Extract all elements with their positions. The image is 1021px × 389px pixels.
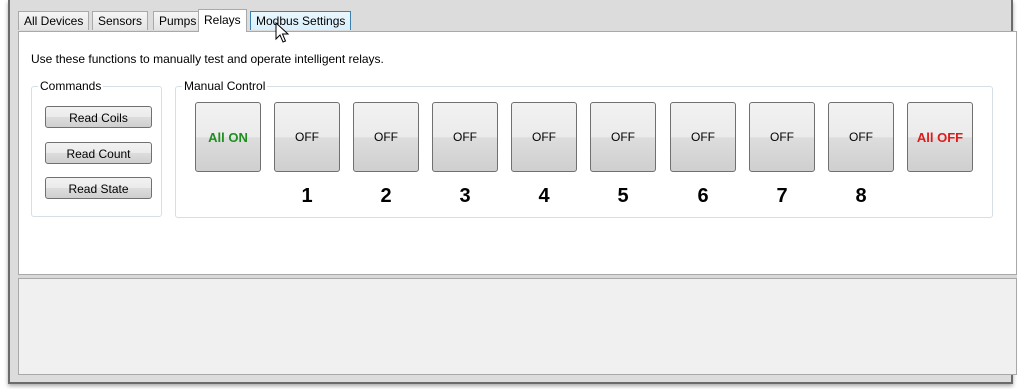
relay-3-number: 3 (459, 185, 471, 207)
all-off-button[interactable]: All OFF (907, 102, 973, 172)
tab-pumps[interactable]: Pumps (153, 11, 203, 30)
relay-5-button[interactable]: OFF (590, 102, 656, 172)
commands-group: Commands Read Coils Read Count Read Stat… (31, 79, 162, 217)
relay-7-button[interactable]: OFF (749, 102, 815, 172)
relay-3-button[interactable]: OFF (432, 102, 498, 172)
lower-panel (18, 278, 1017, 375)
relay-7-number: 7 (776, 185, 788, 207)
tab-modbus-settings[interactable]: Modbus Settings (250, 11, 352, 30)
relays-tab-page: Use these functions to manually test and… (18, 31, 1017, 275)
relay-1-number: 1 (301, 185, 313, 207)
relay-1-button[interactable]: OFF (274, 102, 340, 172)
relays-description: Use these functions to manually test and… (31, 52, 384, 66)
tab-all-devices[interactable]: All Devices (18, 11, 90, 30)
relay-2-button[interactable]: OFF (353, 102, 419, 172)
read-count-button[interactable]: Read Count (45, 142, 152, 164)
relay-4-button[interactable]: OFF (511, 102, 577, 172)
tab-relays[interactable]: Relays (198, 9, 247, 32)
tab-sensors[interactable]: Sensors (92, 11, 149, 30)
read-coils-button[interactable]: Read Coils (45, 106, 152, 128)
all-on-button[interactable]: All ON (195, 102, 261, 172)
relay-8-button[interactable]: OFF (828, 102, 894, 172)
relay-6-number: 6 (697, 185, 709, 207)
commands-group-title: Commands (38, 79, 104, 93)
relay-5-number: 5 (617, 185, 629, 207)
mouse-pointer-icon (275, 22, 290, 43)
relay-6-button[interactable]: OFF (670, 102, 736, 172)
read-state-button[interactable]: Read State (45, 177, 152, 199)
relay-8-number: 8 (855, 185, 867, 207)
manual-control-group-title: Manual Control (182, 79, 268, 93)
relay-2-number: 2 (380, 185, 392, 207)
relay-4-number: 4 (538, 185, 550, 207)
manual-control-group: Manual Control All ON OFF OFF OFF OFF OF… (175, 79, 993, 218)
